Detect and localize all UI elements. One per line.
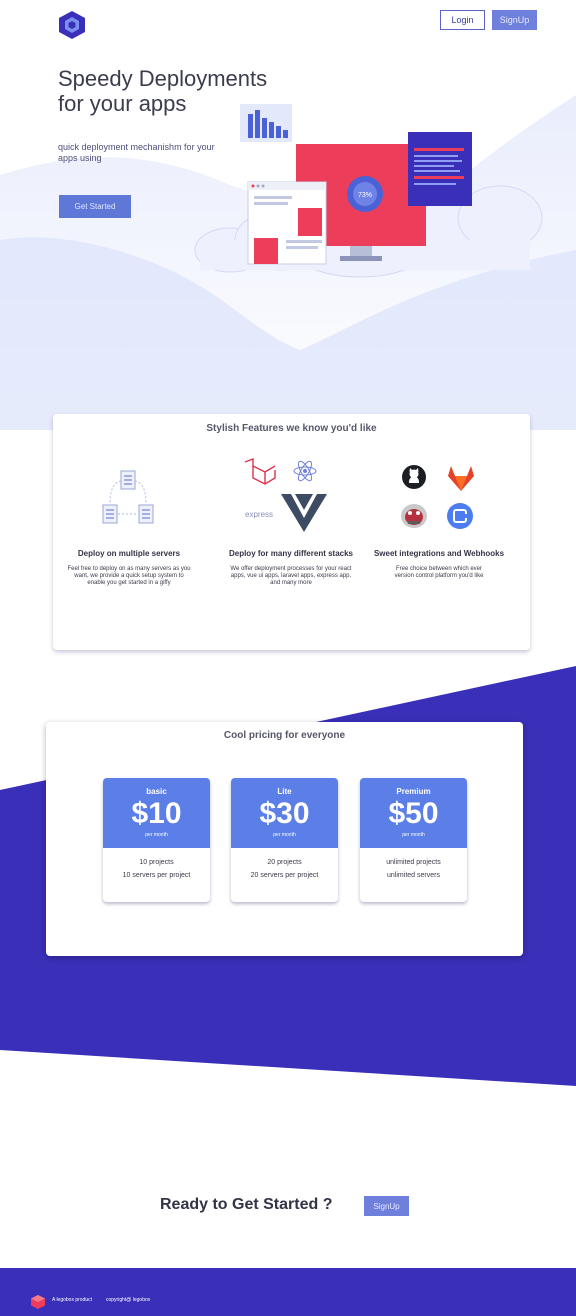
servers-icon: [102, 470, 154, 524]
plan-features: 10 projects 10 servers per project: [103, 856, 210, 882]
plan-servers: 10 servers per project: [122, 872, 191, 879]
browser-window: [247, 181, 327, 265]
plan-projects: 10 projects: [139, 859, 174, 866]
plan-name: basic: [146, 787, 167, 796]
feature-many-stacks: Deploy for many different stacks We offe…: [205, 549, 377, 587]
cta-signup-button[interactable]: SignUp: [364, 1196, 409, 1216]
feature-text: We offer deployment processes for your r…: [230, 566, 352, 586]
plan-servers: unlimited servers: [387, 872, 440, 879]
laravel-icon: [244, 458, 276, 485]
plan-period: per month: [273, 832, 296, 838]
feature-heading: Deploy on multiple servers: [77, 549, 181, 558]
hero-title-line1: Speedy Deployments: [58, 66, 268, 91]
features-title: Stylish Features we know you'd like: [206, 423, 377, 434]
plan-name: Premium: [396, 787, 431, 796]
hero-title-line2: for your apps: [58, 91, 187, 116]
feature-text: Free choice between which ever version c…: [394, 566, 484, 579]
plan-price: $50: [388, 797, 439, 830]
plan-premium[interactable]: Premium $50 per month unlimited projects…: [360, 778, 467, 902]
feature-multiple-servers: Deploy on multiple servers Feel free to …: [53, 549, 205, 587]
footer-product: A legobox product: [52, 1297, 93, 1303]
plan-features: 20 projects 20 servers per project: [231, 856, 338, 882]
login-button[interactable]: Login: [440, 10, 485, 30]
bar-chart-card: [240, 104, 292, 142]
cta-heading: Ready to Get Started ?: [160, 1196, 333, 1213]
plan-header: Lite $30 per month: [231, 778, 338, 848]
code-panel: [408, 132, 472, 206]
mascot-icon: [401, 504, 427, 528]
plan-features: unlimited projects unlimited servers: [360, 856, 467, 882]
plan-header: basic $10 per month: [103, 778, 210, 848]
footer-logo-icon: [31, 1295, 45, 1309]
plan-header: Premium $50 per month: [360, 778, 467, 848]
hero-illustration: 73%: [194, 104, 543, 278]
chart-percent: 73%: [358, 192, 372, 199]
pricing-card: Cool pricing for everyone basic $10 per …: [46, 722, 523, 956]
feature-integrations: Sweet integrations and Webhooks Free cho…: [363, 549, 515, 580]
express-label: express: [245, 510, 274, 519]
plan-price: $10: [131, 797, 182, 830]
plan-name: Lite: [277, 787, 292, 796]
react-icon: [293, 460, 317, 482]
integration-icon: [447, 503, 473, 529]
plan-price: $30: [259, 797, 310, 830]
gitlab-icon: [448, 466, 474, 491]
pricing-title: Cool pricing for everyone: [223, 730, 346, 741]
vue-icon: [281, 494, 327, 532]
plan-period: per month: [145, 832, 168, 838]
feature-heading: Deploy for many different stacks: [228, 549, 354, 558]
plan-lite[interactable]: Lite $30 per month 20 projects 20 server…: [231, 778, 338, 902]
features-card: Stylish Features we know you'd like expr…: [53, 414, 530, 650]
footer-copyright: copyright@ legobox: [106, 1297, 151, 1303]
feature-heading: Sweet integrations and Webhooks: [373, 549, 505, 558]
plan-projects: unlimited projects: [386, 859, 441, 866]
get-started-button[interactable]: Get Started: [59, 195, 131, 218]
plan-period: per month: [402, 832, 425, 838]
feature-text: Feel free to deploy on as many servers a…: [67, 566, 191, 586]
footer: A legobox product copyright@ legobox: [0, 1268, 576, 1316]
logo-icon[interactable]: [58, 10, 86, 40]
plan-projects: 20 projects: [267, 859, 302, 866]
github-icon: [402, 465, 426, 489]
plan-basic[interactable]: basic $10 per month 10 projects 10 serve…: [103, 778, 210, 902]
signup-button[interactable]: SignUp: [492, 10, 537, 30]
plan-servers: 20 servers per project: [250, 872, 319, 879]
